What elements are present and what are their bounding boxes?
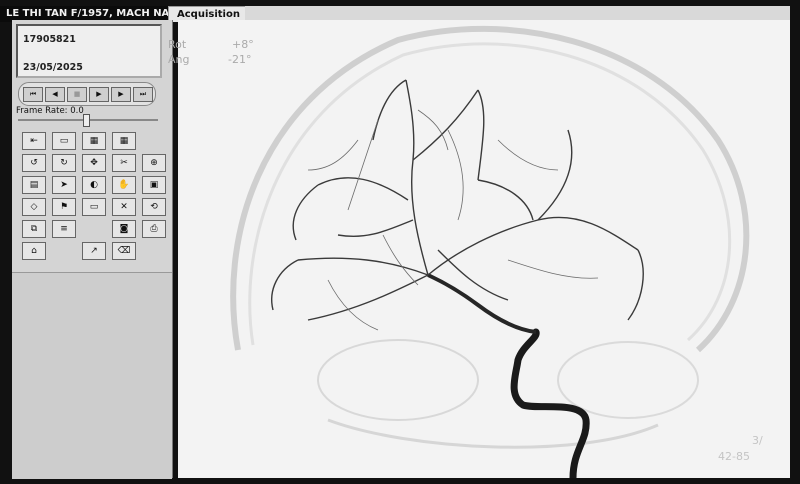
rotate-right-icon[interactable]: ↻ (52, 154, 76, 172)
frame-rate-slider-thumb[interactable] (83, 114, 90, 127)
play-icon[interactable]: ▶ (89, 87, 109, 102)
tab-strip (245, 6, 790, 21)
stop-icon[interactable]: ■ (67, 87, 87, 102)
app-screen: LE THI TAN F/1957, MACH NA Acquisition 1… (0, 0, 800, 484)
hand-icon[interactable]: ✋ (112, 176, 136, 194)
cine-control-bar: ⏮ ◀ ■ ▶ ▶ ⏭ (18, 82, 156, 106)
measure-icon[interactable]: ↗ (82, 242, 106, 260)
print-icon[interactable]: ⎙ (142, 220, 166, 238)
eraser-icon[interactable]: ⌫ (112, 242, 136, 260)
ang-value: -21° (228, 53, 252, 66)
next-frame-icon[interactable]: ▶ (111, 87, 131, 102)
layout-grid-icon[interactable]: ▦ (112, 132, 136, 150)
ang-label: Ang (168, 53, 190, 66)
flag-icon[interactable]: ⚑ (52, 198, 76, 216)
pointer-icon[interactable]: ➤ (52, 176, 76, 194)
angiogram-image (230, 25, 750, 478)
folder-icon[interactable]: ▭ (52, 132, 76, 150)
series-step-icon[interactable]: ⇤ (22, 132, 46, 150)
close-box-icon[interactable]: ✕ (112, 198, 136, 216)
patient-id: 17905821 (23, 34, 76, 45)
frame-counter: 3/ (752, 434, 763, 447)
last-frame-icon[interactable]: ⏭ (133, 87, 153, 102)
zoom-tool-icon[interactable]: ⊕ (142, 154, 166, 172)
frame-info: 42-85 (718, 450, 750, 463)
reset-icon[interactable]: ⟲ (142, 198, 166, 216)
frame-rate-label: Frame Rate: 0.0 (16, 106, 84, 116)
export-icon[interactable]: ⌂ (22, 242, 46, 260)
diamond-icon[interactable]: ◇ (22, 198, 46, 216)
rotate-left-icon[interactable]: ↺ (22, 154, 46, 172)
cut-icon[interactable]: ✂ (112, 154, 136, 172)
prev-frame-icon[interactable]: ◀ (45, 87, 65, 102)
note-icon[interactable]: ▭ (82, 198, 106, 216)
pan-icon[interactable]: ✥ (82, 154, 106, 172)
rot-label: Rot (168, 38, 187, 51)
first-frame-icon[interactable]: ⏮ (23, 87, 43, 102)
rot-value: +8° (232, 38, 254, 51)
left-control-panel: 17905821 23/05/2025 ⏮ ◀ ■ ▶ ▶ ⏭ Frame Ra… (12, 20, 173, 479)
copy-icon[interactable]: ⧉ (22, 220, 46, 238)
list-icon[interactable]: ≡ (52, 220, 76, 238)
patient-info-box: 17905821 23/05/2025 (16, 24, 162, 78)
marker-icon[interactable]: ▣ (142, 176, 166, 194)
frame-grid-icon[interactable]: ▦ (82, 132, 106, 150)
window-level-icon[interactable]: ◐ (82, 176, 106, 194)
lower-panel (12, 272, 172, 479)
study-date: 23/05/2025 (23, 62, 83, 73)
angiography-image-viewport[interactable] (178, 20, 790, 478)
camera-icon[interactable]: ◙ (112, 220, 136, 238)
film-icon[interactable]: ▤ (22, 176, 46, 194)
